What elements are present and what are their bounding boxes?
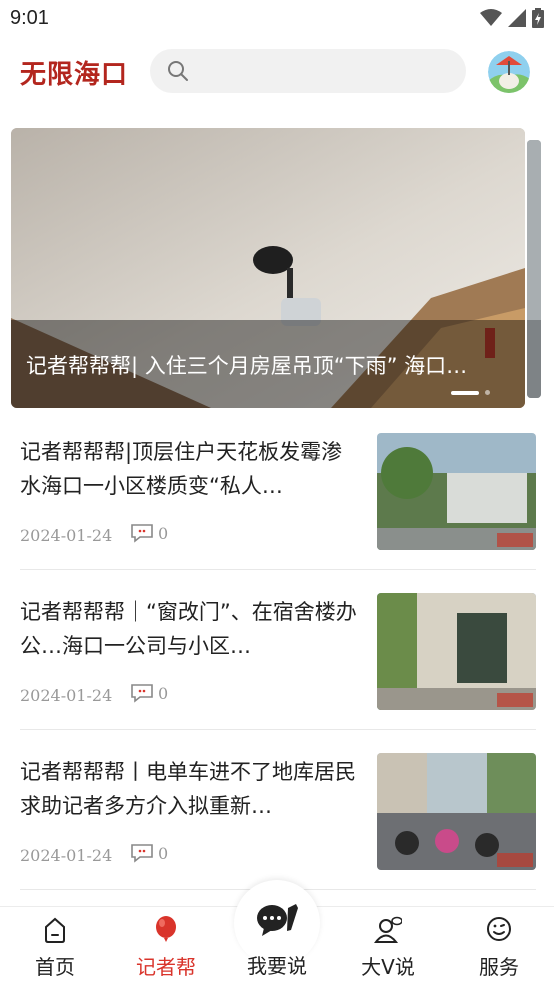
- nav-label: 记者帮: [136, 955, 196, 979]
- header: 无限海口: [0, 38, 554, 108]
- news-date: 2024-01-24: [20, 686, 113, 705]
- news-item[interactable]: 记者帮帮帮丨电单车进不了地库居民求助记者多方介入拟重新… 2024-01-24 …: [20, 730, 536, 890]
- avatar[interactable]: [488, 51, 530, 93]
- comment-count: 0: [158, 523, 169, 543]
- banner-next-image: [527, 140, 541, 398]
- news-comments[interactable]: 0: [130, 843, 168, 863]
- status-time: 9:01: [10, 7, 49, 29]
- news-thumbnail-image: [377, 433, 536, 550]
- news-date: 2024-01-24: [20, 526, 113, 545]
- avatar-image: [488, 51, 530, 93]
- search-input[interactable]: [200, 49, 450, 93]
- nav-item-service[interactable]: 服务: [444, 907, 554, 984]
- news-item[interactable]: 记者帮帮帮|顶层住户天花板发霉渗水海口一小区楼质变“私人… 2024-01-24…: [20, 410, 536, 570]
- comment-icon: [131, 844, 153, 863]
- app-logo: 无限海口: [20, 60, 129, 90]
- status-bar: 9:01: [0, 0, 554, 38]
- news-item[interactable]: 记者帮帮帮｜“窗改门”、在宿舍楼办公…海口一公司与小区… 2024-01-24 …: [20, 570, 536, 730]
- status-icons: [480, 8, 544, 28]
- comment-count: 0: [158, 683, 169, 703]
- battery-icon: [532, 8, 544, 28]
- user-chat-icon: [374, 916, 402, 943]
- nav-item-home[interactable]: 首页: [0, 907, 110, 984]
- news-thumbnail[interactable]: [377, 753, 536, 870]
- news-thumbnail[interactable]: [377, 593, 536, 710]
- nav-label-speak[interactable]: 我要说: [222, 950, 332, 979]
- nav-item-bigv[interactable]: 大V说: [333, 907, 443, 984]
- nav-item-reporter-help[interactable]: 记者帮: [111, 907, 221, 984]
- nav-label: 首页: [35, 955, 75, 979]
- news-date: 2024-01-24: [20, 846, 113, 865]
- news-thumbnail[interactable]: [377, 433, 536, 550]
- news-thumbnail-image: [377, 593, 536, 710]
- comment-count: 0: [158, 843, 169, 863]
- nav-label: 服务: [479, 955, 519, 979]
- home-icon: [45, 917, 65, 943]
- banner-next-slide-peek[interactable]: [527, 140, 541, 398]
- news-title[interactable]: 记者帮帮帮|顶层住户天花板发霉渗水海口一小区楼质变“私人…: [20, 435, 358, 503]
- carousel-dot: [485, 390, 490, 395]
- carousel-dot-active: [451, 390, 479, 395]
- search-box[interactable]: [150, 49, 466, 93]
- search-icon: [168, 61, 188, 81]
- news-comments[interactable]: 0: [130, 683, 168, 703]
- news-title[interactable]: 记者帮帮帮｜“窗改门”、在宿舍楼办公…海口一公司与小区…: [20, 595, 358, 663]
- comment-icon: [131, 684, 153, 703]
- comment-icon: [131, 524, 153, 543]
- banner-title[interactable]: 记者帮帮帮| 入住三个月房屋吊顶“下雨” 海口…: [26, 350, 506, 380]
- signal-icon: [508, 9, 526, 27]
- wifi-icon: [480, 9, 502, 26]
- news-thumbnail-image: [377, 753, 536, 870]
- banner-carousel[interactable]: 记者帮帮帮| 入住三个月房屋吊顶“下雨” 海口…: [11, 128, 525, 408]
- nav-label: 大V说: [361, 955, 415, 979]
- smile-face-icon: [487, 917, 511, 941]
- chat-pen-icon: [257, 904, 298, 936]
- balloon-icon: [156, 916, 176, 942]
- carousel-indicator: [451, 390, 490, 395]
- news-title[interactable]: 记者帮帮帮丨电单车进不了地库居民求助记者多方介入拟重新…: [20, 755, 358, 823]
- news-comments[interactable]: 0: [130, 523, 168, 543]
